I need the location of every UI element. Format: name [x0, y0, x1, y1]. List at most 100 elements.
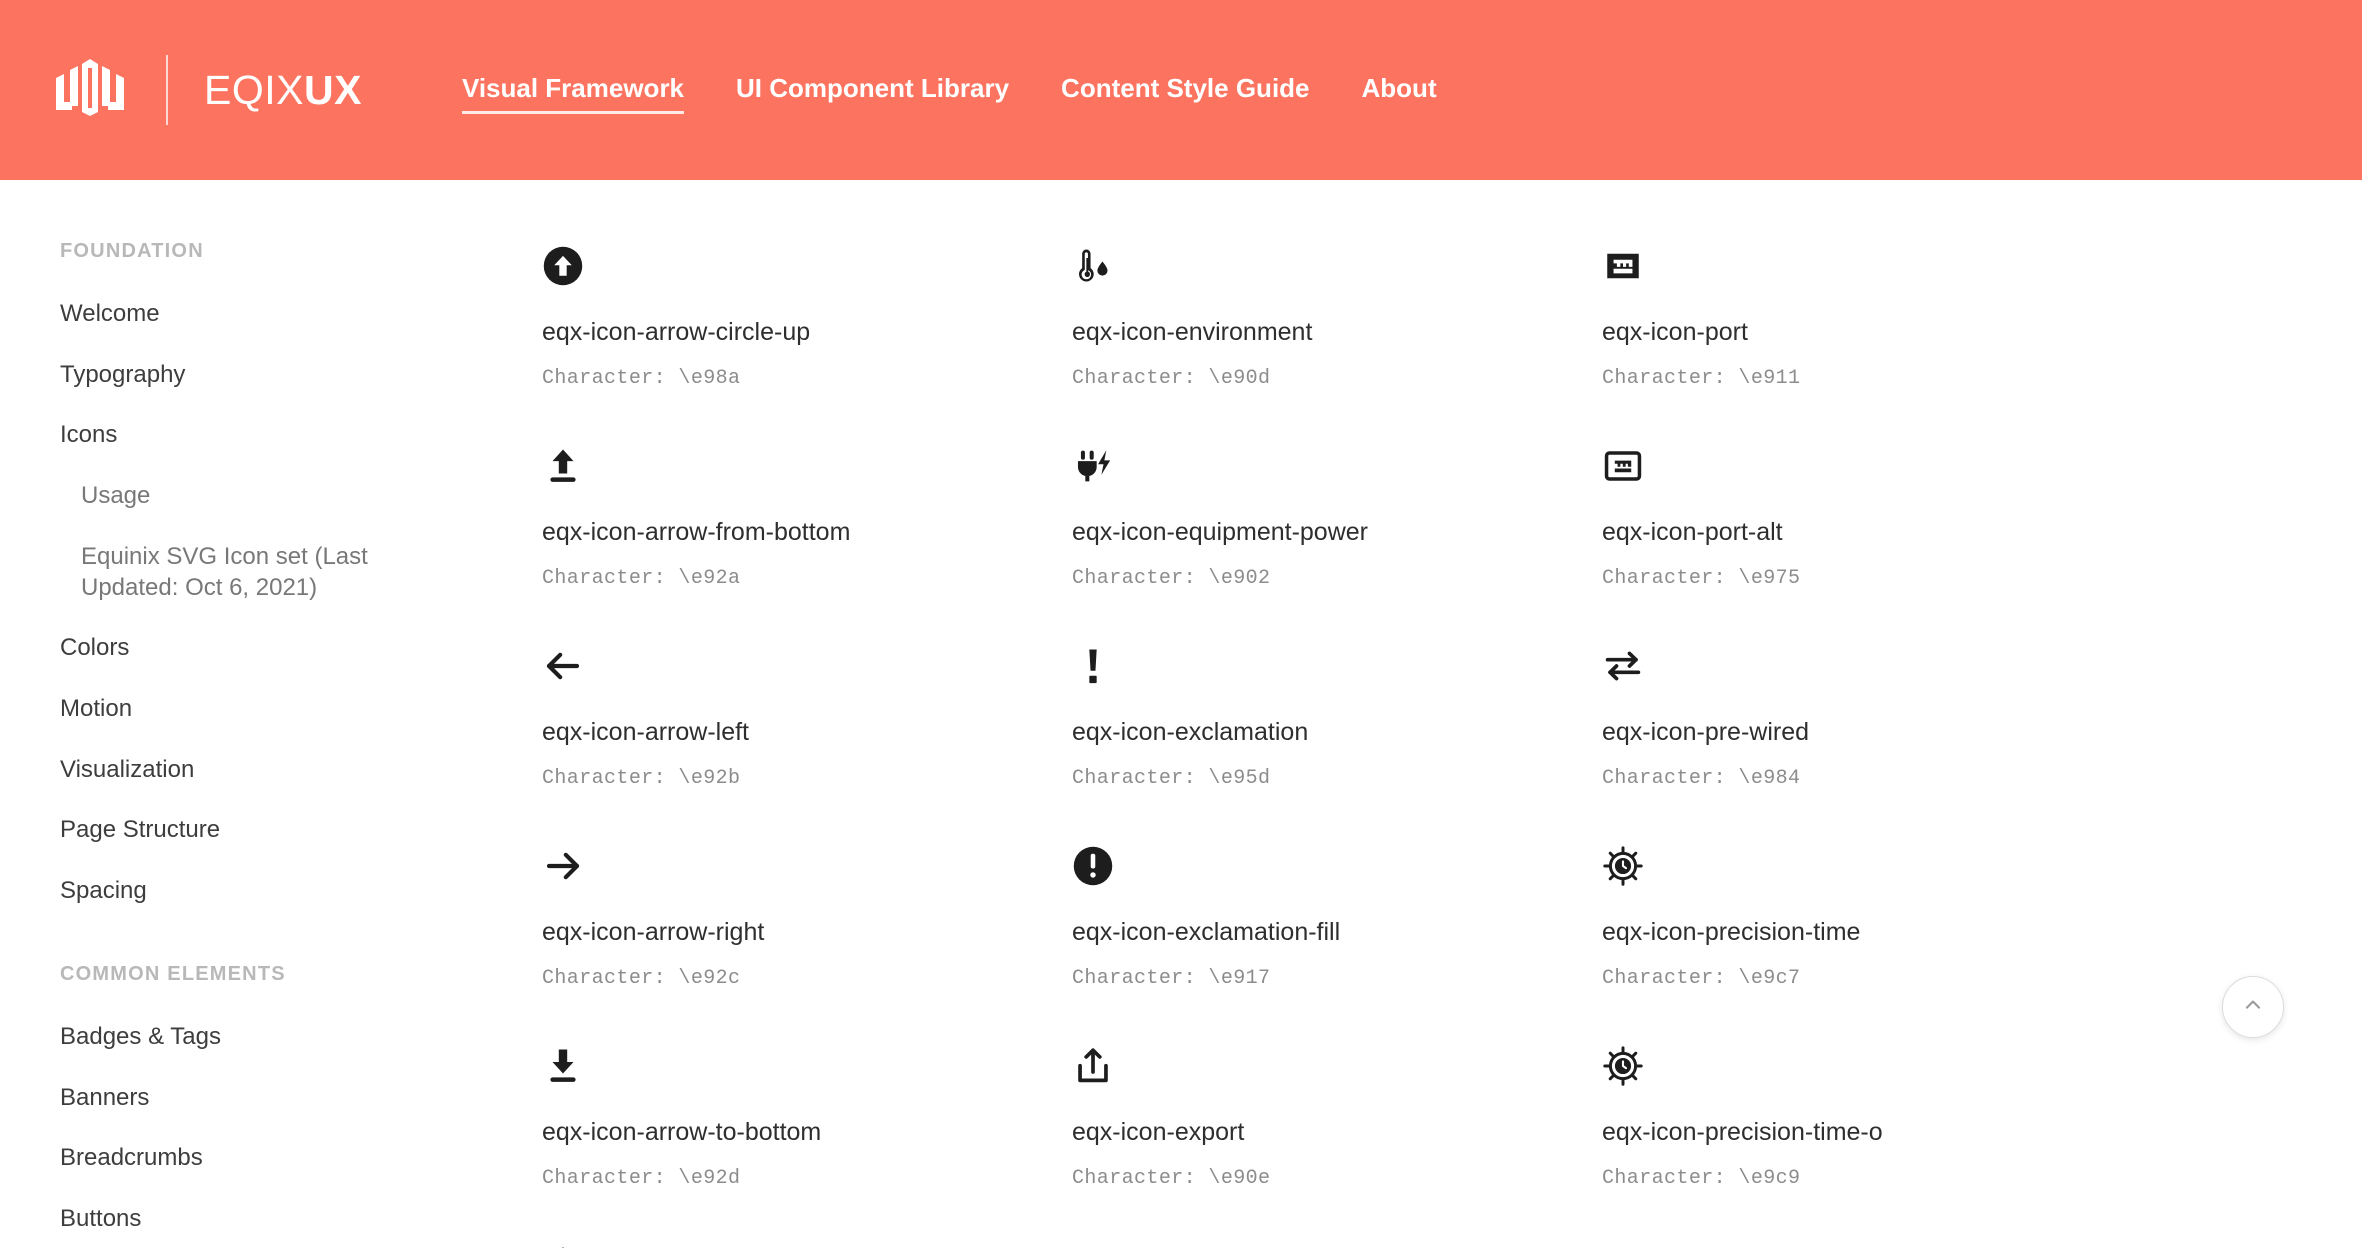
chevron-up-icon — [2240, 992, 2266, 1023]
icon-grid: eqx-icon-arrow-circle-up Character: \e98… — [540, 230, 2362, 1248]
icon-name: eqx-icon-precision-time-o — [1602, 1118, 1883, 1146]
icon-name: eqx-icon-environment — [1072, 318, 1313, 346]
icon-cell[interactable]: eqx-icon-environment Character: \e90d — [1072, 230, 1602, 430]
icon-name: eqx-icon-port-alt — [1602, 518, 1783, 546]
nav-link-content-style-guide[interactable]: Content Style Guide — [1035, 69, 1335, 112]
external-link-icon — [1072, 1238, 1602, 1248]
icon-character: Character: \e902 — [1072, 567, 1271, 590]
icon-cell[interactable]: eqx-icon-port Character: \e911 — [1602, 230, 2132, 430]
sidebar-item-colors[interactable]: Colors — [60, 633, 540, 664]
nav-link-visual-framework[interactable]: Visual Framework — [436, 69, 710, 114]
sidebar-item-breadcrumbs[interactable]: Breadcrumbs — [60, 1143, 540, 1174]
icon-cell[interactable]: eqx-icon-precision-time Character: \e9c7 — [1602, 830, 2132, 1030]
icon-cell[interactable]: eqx-icon-port-alt Character: \e975 — [1602, 430, 2132, 630]
icon-cell[interactable]: eqx-icon-arrow-from-bottom Character: \e… — [542, 430, 1072, 630]
precision-time-icon — [1602, 838, 2132, 894]
icon-character: Character: \e95d — [1072, 767, 1271, 790]
brand-divider — [166, 55, 168, 125]
icon-character: Character: \e98a — [542, 367, 741, 390]
icon-cell[interactable]: eqx-icon-pre-wired Character: \e984 — [1602, 630, 2132, 830]
sidebar-item-usage[interactable]: Usage — [60, 481, 540, 512]
primary-nav: Visual Framework UI Component Library Co… — [436, 69, 1463, 114]
icon-character: Character: \e90e — [1072, 1167, 1271, 1190]
icon-name: eqx-icon-export — [1072, 1118, 1245, 1146]
nav-link-ui-component-library[interactable]: UI Component Library — [710, 69, 1035, 112]
icon-cell[interactable]: eqx-icon-arrow-circle-up Character: \e98… — [542, 230, 1072, 430]
sidebar-group-title: FOUNDATION — [60, 240, 204, 262]
port-alt-icon — [1602, 438, 2132, 494]
sidebar-item-svg-icon-set[interactable]: Equinix SVG Icon set (Last Updated: Oct … — [60, 542, 400, 603]
brand[interactable]: EQIXUX — [44, 50, 362, 130]
pre-wired-icon — [1602, 638, 2132, 694]
sidebar-nav: FOUNDATION Welcome Typography Icons Usag… — [0, 180, 540, 1248]
icon-name: eqx-icon-port — [1602, 318, 1748, 346]
sidebar-item-page-structure[interactable]: Page Structure — [60, 815, 540, 846]
icon-name: eqx-icon-equipment-power — [1072, 518, 1368, 546]
precision-time-o-icon — [1602, 1038, 2132, 1094]
arrow-left-icon — [542, 638, 1072, 694]
sidebar-item-buttons[interactable]: Buttons — [60, 1204, 540, 1235]
port-icon — [1602, 238, 2132, 294]
icon-catalog: eqx-icon-arrow-circle-up Character: \e98… — [540, 180, 2362, 1248]
equinix-logo-mark-icon — [44, 50, 136, 130]
icon-name: eqx-icon-arrow-to-bottom — [542, 1118, 822, 1146]
icon-cell[interactable]: eqx-icon-exclamation Character: \e95d — [1072, 630, 1602, 830]
sidebar-group-foundation: FOUNDATION Welcome Typography Icons Usag… — [60, 240, 540, 907]
icon-character: Character: \e92b — [542, 767, 741, 790]
icon-cell[interactable]: eqx-icon-exclamation-fill Character: \e9… — [1072, 830, 1602, 1030]
icon-cell[interactable] — [542, 1230, 1072, 1248]
sidebar-item-welcome[interactable]: Welcome — [60, 299, 540, 330]
icon-name: eqx-icon-exclamation-fill — [1072, 918, 1341, 946]
icon-character: Character: \e984 — [1602, 767, 1801, 790]
icon-cell[interactable]: eqx-icon-precision-time-o Character: \e9… — [1602, 1030, 2132, 1230]
icon-name: eqx-icon-pre-wired — [1602, 718, 1810, 746]
icon-name: eqx-icon-arrow-left — [542, 718, 750, 746]
sidebar-item-motion[interactable]: Motion — [60, 694, 540, 725]
box-icon — [542, 1238, 1072, 1248]
icon-cell[interactable]: eqx-icon-export Character: \e90e — [1072, 1030, 1602, 1230]
sidebar-item-spacing[interactable]: Spacing — [60, 876, 540, 907]
icon-character: Character: \e92a — [542, 567, 741, 590]
icon-character: Character: \e9c7 — [1602, 967, 1801, 990]
icon-cell[interactable]: eqx-icon-arrow-right Character: \e92c — [542, 830, 1072, 1030]
wordmark-bold: UX — [303, 66, 362, 113]
wordmark-light: EQIX — [204, 66, 304, 113]
icon-character: Character: \e90d — [1072, 367, 1271, 390]
scroll-to-top-button[interactable] — [2222, 976, 2284, 1038]
icon-name: eqx-icon-exclamation — [1072, 718, 1309, 746]
sidebar-item-badges-tags[interactable]: Badges & Tags — [60, 1022, 540, 1053]
icon-cell[interactable] — [1072, 1230, 1602, 1248]
icon-character: Character: \e92c — [542, 967, 741, 990]
wordmark: EQIXUX — [204, 67, 362, 114]
arrow-circle-up-icon — [542, 238, 1072, 294]
sidebar-item-banners[interactable]: Banners — [60, 1083, 540, 1114]
arrow-right-icon — [542, 838, 1072, 894]
page-body: FOUNDATION Welcome Typography Icons Usag… — [0, 180, 2362, 1248]
sidebar-group-common-elements: COMMON ELEMENTS Badges & Tags Banners Br… — [60, 963, 540, 1248]
icon-character: Character: \e92d — [542, 1167, 741, 1190]
icon-name: eqx-icon-arrow-from-bottom — [542, 518, 851, 546]
arrow-from-bottom-icon — [542, 438, 1072, 494]
sidebar-group-title: COMMON ELEMENTS — [60, 962, 286, 985]
printer-icon — [1602, 1238, 2132, 1248]
icon-cell[interactable]: eqx-icon-arrow-left Character: \e92b — [542, 630, 1072, 830]
icon-cell[interactable]: eqx-icon-equipment-power Character: \e90… — [1072, 430, 1602, 630]
nav-link-about[interactable]: About — [1336, 69, 1463, 112]
icon-cell[interactable] — [1602, 1230, 2132, 1248]
icon-character: Character: \e911 — [1602, 367, 1801, 390]
sidebar-item-icons[interactable]: Icons — [60, 420, 540, 451]
icon-cell[interactable]: eqx-icon-arrow-to-bottom Character: \e92… — [542, 1030, 1072, 1230]
arrow-to-bottom-icon — [542, 1038, 1072, 1094]
environment-icon — [1072, 238, 1602, 294]
icon-name: eqx-icon-arrow-right — [542, 918, 765, 946]
equipment-power-icon — [1072, 438, 1602, 494]
sidebar-item-typography[interactable]: Typography — [60, 360, 540, 391]
icon-name: eqx-icon-precision-time — [1602, 918, 1861, 946]
exclamation-icon — [1072, 638, 1602, 694]
icon-character: Character: \e917 — [1072, 967, 1271, 990]
icon-name: eqx-icon-arrow-circle-up — [542, 318, 811, 346]
icon-character: Character: \e9c9 — [1602, 1167, 1801, 1190]
sidebar-item-visualization[interactable]: Visualization — [60, 755, 540, 786]
exclamation-fill-icon — [1072, 838, 1602, 894]
export-icon — [1072, 1038, 1602, 1094]
